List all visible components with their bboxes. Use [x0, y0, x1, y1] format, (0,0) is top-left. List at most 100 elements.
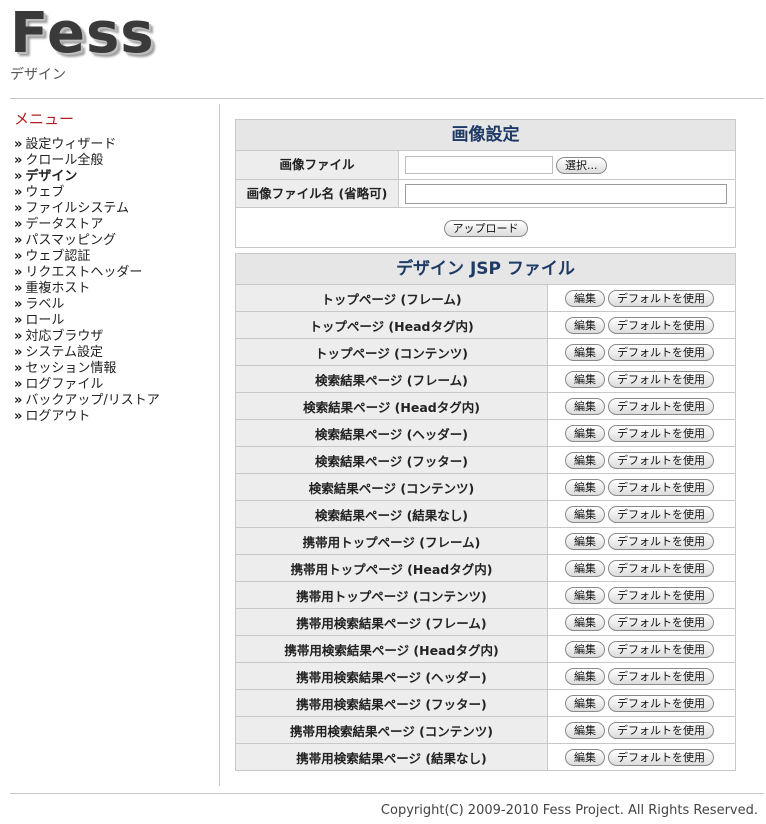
bullet-icon: » — [14, 345, 23, 360]
edit-button[interactable]: 編集 — [565, 316, 605, 334]
sidebar-item[interactable]: » ファイルシステム — [14, 201, 160, 217]
sidebar-item-link[interactable]: ファイルシステム — [25, 201, 129, 216]
edit-button[interactable]: 編集 — [565, 586, 605, 604]
sidebar-item[interactable]: » システム設定 — [14, 345, 160, 361]
jsp-files-title: デザイン JSP ファイル — [236, 254, 735, 285]
sidebar-item-link[interactable]: データストア — [25, 217, 103, 232]
image-file-label: 画像ファイル — [236, 151, 399, 179]
use-default-button[interactable]: デフォルトを使用 — [608, 370, 714, 388]
table-row: トップページ (コンテンツ) 編集 デフォルトを使用 — [236, 338, 735, 366]
sidebar-item[interactable]: » ログファイル — [14, 377, 160, 393]
sidebar-item-link[interactable]: ログファイル — [25, 377, 103, 392]
sidebar-item[interactable]: » リクエストヘッダー — [14, 265, 160, 281]
jsp-file-name: 検索結果ページ (ヘッダー) — [236, 419, 548, 447]
sidebar-item[interactable]: » ロール — [14, 313, 160, 329]
sidebar-item[interactable]: » ウェブ — [14, 185, 160, 201]
use-default-button[interactable]: デフォルトを使用 — [608, 586, 714, 604]
sidebar-item-link[interactable]: デザイン — [25, 169, 77, 184]
sidebar-item-link[interactable]: システム設定 — [25, 345, 103, 360]
edit-button[interactable]: 編集 — [565, 640, 605, 658]
sidebar-item-link[interactable]: 設定ウィザード — [25, 137, 116, 152]
sidebar-item-link[interactable]: ログアウト — [25, 409, 90, 424]
use-default-button[interactable]: デフォルトを使用 — [608, 613, 714, 631]
sidebar-item-link[interactable]: パスマッピング — [25, 233, 116, 248]
use-default-button[interactable]: デフォルトを使用 — [608, 451, 714, 469]
sidebar-item[interactable]: » デザイン — [14, 169, 160, 185]
use-default-button[interactable]: デフォルトを使用 — [608, 424, 714, 442]
edit-button[interactable]: 編集 — [565, 667, 605, 685]
table-row: 携帯用検索結果ページ (フレーム) 編集 デフォルトを使用 — [236, 608, 735, 636]
use-default-button[interactable]: デフォルトを使用 — [608, 667, 714, 685]
edit-button[interactable]: 編集 — [565, 505, 605, 523]
use-default-button[interactable]: デフォルトを使用 — [608, 721, 714, 739]
sidebar-item-link[interactable]: バックアップ/リストア — [25, 393, 159, 408]
image-file-field[interactable] — [405, 156, 553, 174]
edit-button[interactable]: 編集 — [565, 289, 605, 307]
sidebar-item-link[interactable]: リクエストヘッダー — [25, 265, 142, 280]
table-row: トップページ (フレーム) 編集 デフォルトを使用 — [236, 285, 735, 312]
use-default-button[interactable]: デフォルトを使用 — [608, 694, 714, 712]
edit-button[interactable]: 編集 — [565, 748, 605, 766]
image-name-label: 画像ファイル名 (省略可) — [236, 180, 399, 207]
table-row: 検索結果ページ (結果なし) 編集 デフォルトを使用 — [236, 500, 735, 528]
upload-button[interactable]: アップロード — [443, 219, 528, 237]
edit-button[interactable]: 編集 — [565, 559, 605, 577]
jsp-file-name: 携帯用検索結果ページ (コンテンツ) — [236, 716, 548, 744]
edit-button[interactable]: 編集 — [565, 613, 605, 631]
header-divider — [10, 98, 764, 99]
image-name-input[interactable] — [405, 183, 727, 204]
sidebar-item-link[interactable]: ロール — [25, 313, 64, 328]
sidebar-item[interactable]: » 重複ホスト — [14, 281, 160, 297]
copyright-text: Copyright(C) 2009-2010 Fess Project. All… — [380, 803, 758, 818]
edit-button[interactable]: 編集 — [565, 532, 605, 550]
browse-button[interactable]: 選択... — [556, 156, 607, 174]
table-row: 検索結果ページ (コンテンツ) 編集 デフォルトを使用 — [236, 473, 735, 501]
jsp-files-panel: デザイン JSP ファイル トップページ (フレーム) 編集 デフォルトを使用 トップ… — [235, 253, 736, 771]
sidebar-item[interactable]: » クロール全般 — [14, 153, 160, 169]
footer-divider — [10, 793, 764, 794]
sidebar-item[interactable]: » バックアップ/リストア — [14, 393, 160, 409]
sidebar-item-link[interactable]: ウェブ認証 — [25, 249, 90, 264]
sidebar-item[interactable]: » ラベル — [14, 297, 160, 313]
sidebar-item-link[interactable]: ウェブ — [25, 185, 64, 200]
sidebar-item[interactable]: » 対応ブラウザ — [14, 329, 160, 345]
sidebar-item-link[interactable]: ラベル — [25, 297, 64, 312]
use-default-button[interactable]: デフォルトを使用 — [608, 397, 714, 415]
sidebar-item[interactable]: » ログアウト — [14, 409, 160, 425]
table-row: 携帯用検索結果ページ (フッター) 編集 デフォルトを使用 — [236, 689, 735, 717]
sidebar-item-link[interactable]: クロール全般 — [25, 153, 103, 168]
use-default-button[interactable]: デフォルトを使用 — [608, 478, 714, 496]
use-default-button[interactable]: デフォルトを使用 — [608, 532, 714, 550]
jsp-file-name: 携帯用トップページ (フレーム) — [236, 527, 548, 555]
jsp-file-name: 検索結果ページ (フレーム) — [236, 365, 548, 393]
use-default-button[interactable]: デフォルトを使用 — [608, 640, 714, 658]
sidebar-item[interactable]: » パスマッピング — [14, 233, 160, 249]
edit-button[interactable]: 編集 — [565, 478, 605, 496]
sidebar-item-link[interactable]: セッション情報 — [25, 361, 116, 376]
use-default-button[interactable]: デフォルトを使用 — [608, 748, 714, 766]
use-default-button[interactable]: デフォルトを使用 — [608, 559, 714, 577]
sidebar-item-link[interactable]: 重複ホスト — [25, 281, 90, 296]
edit-button[interactable]: 編集 — [565, 694, 605, 712]
edit-button[interactable]: 編集 — [565, 370, 605, 388]
sidebar-item[interactable]: » ウェブ認証 — [14, 249, 160, 265]
edit-button[interactable]: 編集 — [565, 397, 605, 415]
jsp-file-name: 携帯用検索結果ページ (ヘッダー) — [236, 662, 548, 690]
sidebar-item[interactable]: » セッション情報 — [14, 361, 160, 377]
use-default-button[interactable]: デフォルトを使用 — [608, 343, 714, 361]
edit-button[interactable]: 編集 — [565, 721, 605, 739]
use-default-button[interactable]: デフォルトを使用 — [608, 505, 714, 523]
use-default-button[interactable]: デフォルトを使用 — [608, 289, 714, 307]
edit-button[interactable]: 編集 — [565, 451, 605, 469]
use-default-button[interactable]: デフォルトを使用 — [608, 316, 714, 334]
bullet-icon: » — [14, 409, 23, 424]
sidebar-item[interactable]: » データストア — [14, 217, 160, 233]
edit-button[interactable]: 編集 — [565, 424, 605, 442]
jsp-file-name: 検索結果ページ (Headタグ内) — [236, 392, 548, 420]
jsp-file-name: 携帯用検索結果ページ (フレーム) — [236, 608, 548, 636]
sidebar-item[interactable]: » 設定ウィザード — [14, 137, 160, 153]
sidebar-item-link[interactable]: 対応ブラウザ — [25, 329, 103, 344]
bullet-icon: » — [14, 313, 23, 328]
edit-button[interactable]: 編集 — [565, 343, 605, 361]
bullet-icon: » — [14, 137, 23, 152]
